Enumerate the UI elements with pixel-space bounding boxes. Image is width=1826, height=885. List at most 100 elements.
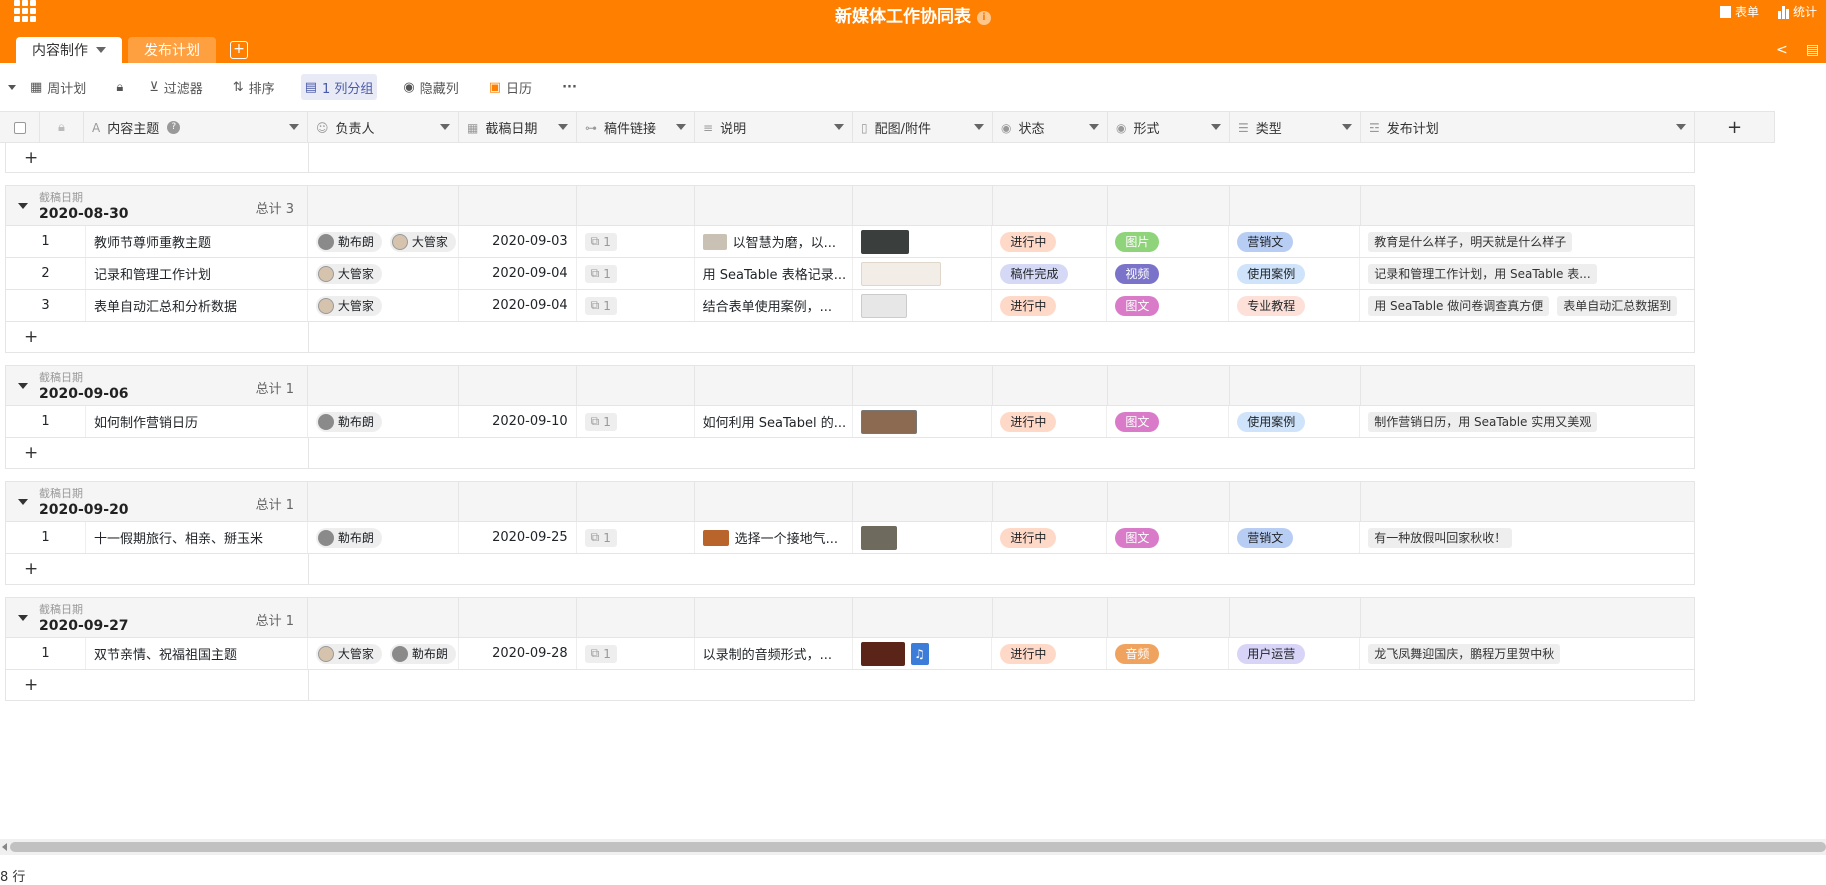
table-row[interactable]: 2 记录和管理工作计划 大管家 2020-09-04 ⧉ 1 用 SeaTable… — [6, 258, 1694, 290]
topic-cell[interactable]: 教师节尊师重教主题 — [86, 226, 308, 257]
type-cell[interactable]: 营销文 — [1229, 226, 1361, 257]
topic-cell[interactable]: 如何制作营销日历 — [86, 406, 308, 437]
type-cell[interactable]: 专业教程 — [1229, 290, 1361, 321]
attachment-cell[interactable] — [853, 226, 993, 257]
form-cell[interactable]: 图文 — [1107, 290, 1230, 321]
collapse-icon[interactable] — [18, 499, 28, 505]
status-cell[interactable]: 进行中 — [992, 522, 1108, 553]
status-cell[interactable]: 进行中 — [992, 406, 1108, 437]
calendar-button[interactable]: ▣ 日历 — [485, 74, 536, 100]
topic-cell[interactable]: 双节亲情、祝福祖国主题 — [86, 638, 308, 669]
attachment-cell[interactable] — [853, 406, 993, 437]
column-header-owner[interactable]: ☺ 负责人 — [308, 112, 459, 143]
chevron-down-icon[interactable] — [440, 124, 450, 130]
table-row[interactable]: 3 表单自动汇总和分析数据 大管家 2020-09-04 ⧉ 1 结合表单使用案例… — [6, 290, 1694, 322]
owner-cell[interactable]: 勒布朗 — [308, 406, 459, 437]
desc-cell[interactable]: 以智慧为磨，以... — [695, 226, 853, 257]
horizontal-scrollbar[interactable] — [0, 839, 1826, 855]
column-header-topic[interactable]: A 内容主题? — [84, 112, 308, 143]
desc-cell[interactable]: 结合表单使用案例，... — [695, 290, 853, 321]
link-cell[interactable]: ⧉ 1 — [577, 258, 695, 289]
add-row-button[interactable]: + — [6, 554, 1694, 584]
chevron-down-icon[interactable] — [1089, 124, 1099, 130]
tab-content-production[interactable]: 内容制作 — [16, 37, 122, 63]
deadline-cell[interactable]: 2020-09-28 — [459, 638, 577, 669]
group-button[interactable]: ▤ 1 列分组 — [300, 74, 378, 100]
column-header-status[interactable]: ◉ 状态 — [993, 112, 1108, 143]
form-cell[interactable]: 图文 — [1107, 406, 1230, 437]
type-cell[interactable]: 营销文 — [1229, 522, 1361, 553]
add-row-button[interactable]: + — [5, 143, 1695, 173]
column-header-deadline[interactable]: ▦ 截稿日期 — [459, 112, 577, 143]
scrollbar-thumb[interactable] — [10, 842, 1826, 852]
publish-plan-cell[interactable]: 龙飞凤舞迎国庆，鹏程万里贺中秋 — [1360, 638, 1694, 669]
link-cell[interactable]: ⧉ 1 — [577, 638, 695, 669]
chevron-down-icon[interactable] — [1676, 124, 1686, 130]
column-header-attachment[interactable]: ▯ 配图/附件 — [853, 112, 993, 143]
column-header-type[interactable]: ☰ 类型 — [1230, 112, 1361, 143]
info-icon[interactable]: i — [977, 11, 991, 25]
add-column-button[interactable]: + — [1695, 112, 1775, 143]
publish-plan-cell[interactable]: 记录和管理工作计划，用 SeaTable 表... — [1360, 258, 1694, 289]
chevron-down-icon[interactable] — [676, 124, 686, 130]
link-cell[interactable]: ⧉ 1 — [577, 290, 695, 321]
link-cell[interactable]: ⧉ 1 — [577, 406, 695, 437]
type-cell[interactable]: 用户运营 — [1229, 638, 1361, 669]
share-icon[interactable]: < — [1776, 42, 1788, 58]
tab-publish-plan[interactable]: 发布计划 — [128, 37, 216, 63]
owner-cell[interactable]: 勒布朗 大管家 — [308, 226, 459, 257]
publish-plan-cell[interactable]: 教育是什么样子，明天就是什么样子 — [1360, 226, 1694, 257]
chevron-down-icon[interactable] — [1342, 124, 1352, 130]
topic-cell[interactable]: 记录和管理工作计划 — [86, 258, 308, 289]
chevron-down-icon[interactable] — [96, 47, 106, 53]
desc-cell[interactable]: 用 SeaTable 表格记录... — [695, 258, 853, 289]
desc-cell[interactable]: 选择一个接地气... — [695, 522, 853, 553]
chevron-down-icon[interactable] — [1211, 124, 1221, 130]
filter-button[interactable]: ⊻ 过滤器 — [145, 74, 207, 100]
table-row[interactable]: 1 十一假期旅行、相亲、掰玉米 勒布朗 2020-09-25 ⧉ 1 选择一个接地… — [6, 522, 1694, 554]
link-cell[interactable]: ⧉ 1 — [577, 226, 695, 257]
table-row[interactable]: 1 教师节尊师重教主题 勒布朗 大管家 2020-09-03 ⧉ 1 以智慧为磨，… — [6, 226, 1694, 258]
more-button[interactable]: ··· — [558, 74, 581, 100]
type-cell[interactable]: 使用案例 — [1229, 258, 1361, 289]
add-row-button[interactable]: + — [6, 438, 1694, 468]
publish-plan-cell[interactable]: 有一种放假叫回家秋收！ — [1360, 522, 1694, 553]
attachment-cell[interactable] — [853, 258, 993, 289]
desc-cell[interactable]: 以录制的音频形式，... — [695, 638, 853, 669]
owner-cell[interactable]: 大管家 — [308, 258, 459, 289]
publish-plan-cell[interactable]: 制作营销日历，用 SeaTable 实用又美观 — [1360, 406, 1694, 437]
form-cell[interactable]: 视频 — [1107, 258, 1230, 289]
deadline-cell[interactable]: 2020-09-25 — [459, 522, 577, 553]
collapse-icon[interactable] — [18, 615, 28, 621]
owner-cell[interactable]: 大管家 — [308, 290, 459, 321]
view-toggle-icon[interactable] — [8, 84, 16, 90]
scroll-left-icon[interactable] — [2, 843, 7, 851]
hide-columns-button[interactable]: ◉ 隐藏列 — [399, 74, 462, 100]
help-icon[interactable]: ? — [167, 121, 181, 134]
deadline-cell[interactable]: 2020-09-10 — [459, 406, 577, 437]
form-button[interactable]: 表单 — [1720, 3, 1759, 20]
column-header-link[interactable]: ⊶ 稿件链接 — [577, 112, 695, 143]
chevron-down-icon[interactable] — [974, 124, 984, 130]
deadline-cell[interactable]: 2020-09-03 — [459, 226, 577, 257]
form-cell[interactable]: 图文 — [1107, 522, 1230, 553]
table-row[interactable]: 1 双节亲情、祝福祖国主题 大管家 勒布朗 2020-09-28 ⧉ 1 以录制的… — [6, 638, 1694, 670]
column-header-form[interactable]: ◉ 形式 — [1108, 112, 1230, 143]
column-header-publish-plan[interactable]: ☲ 发布计划 — [1361, 112, 1695, 143]
link-cell[interactable]: ⧉ 1 — [577, 522, 695, 553]
chevron-down-icon[interactable] — [289, 124, 299, 130]
form-cell[interactable]: 图片 — [1107, 226, 1230, 257]
add-row-button[interactable]: + — [6, 670, 1694, 700]
chevron-down-icon[interactable] — [558, 124, 568, 130]
attachment-cell[interactable]: ♫ — [853, 638, 993, 669]
status-cell[interactable]: 进行中 — [992, 290, 1108, 321]
lock-button[interactable]: 🔒︎ — [112, 74, 127, 100]
topic-cell[interactable]: 十一假期旅行、相亲、掰玉米 — [86, 522, 308, 553]
table-row[interactable]: 1 如何制作营销日历 勒布朗 2020-09-10 ⧉ 1 如何利用 SeaTab… — [6, 406, 1694, 438]
owner-cell[interactable]: 大管家 勒布朗 — [308, 638, 459, 669]
topic-cell[interactable]: 表单自动汇总和分析数据 — [86, 290, 308, 321]
status-cell[interactable]: 稿件完成 — [992, 258, 1108, 289]
select-all-checkbox[interactable] — [0, 112, 40, 143]
attachment-cell[interactable] — [853, 522, 993, 553]
add-row-button[interactable]: + — [6, 322, 1694, 352]
